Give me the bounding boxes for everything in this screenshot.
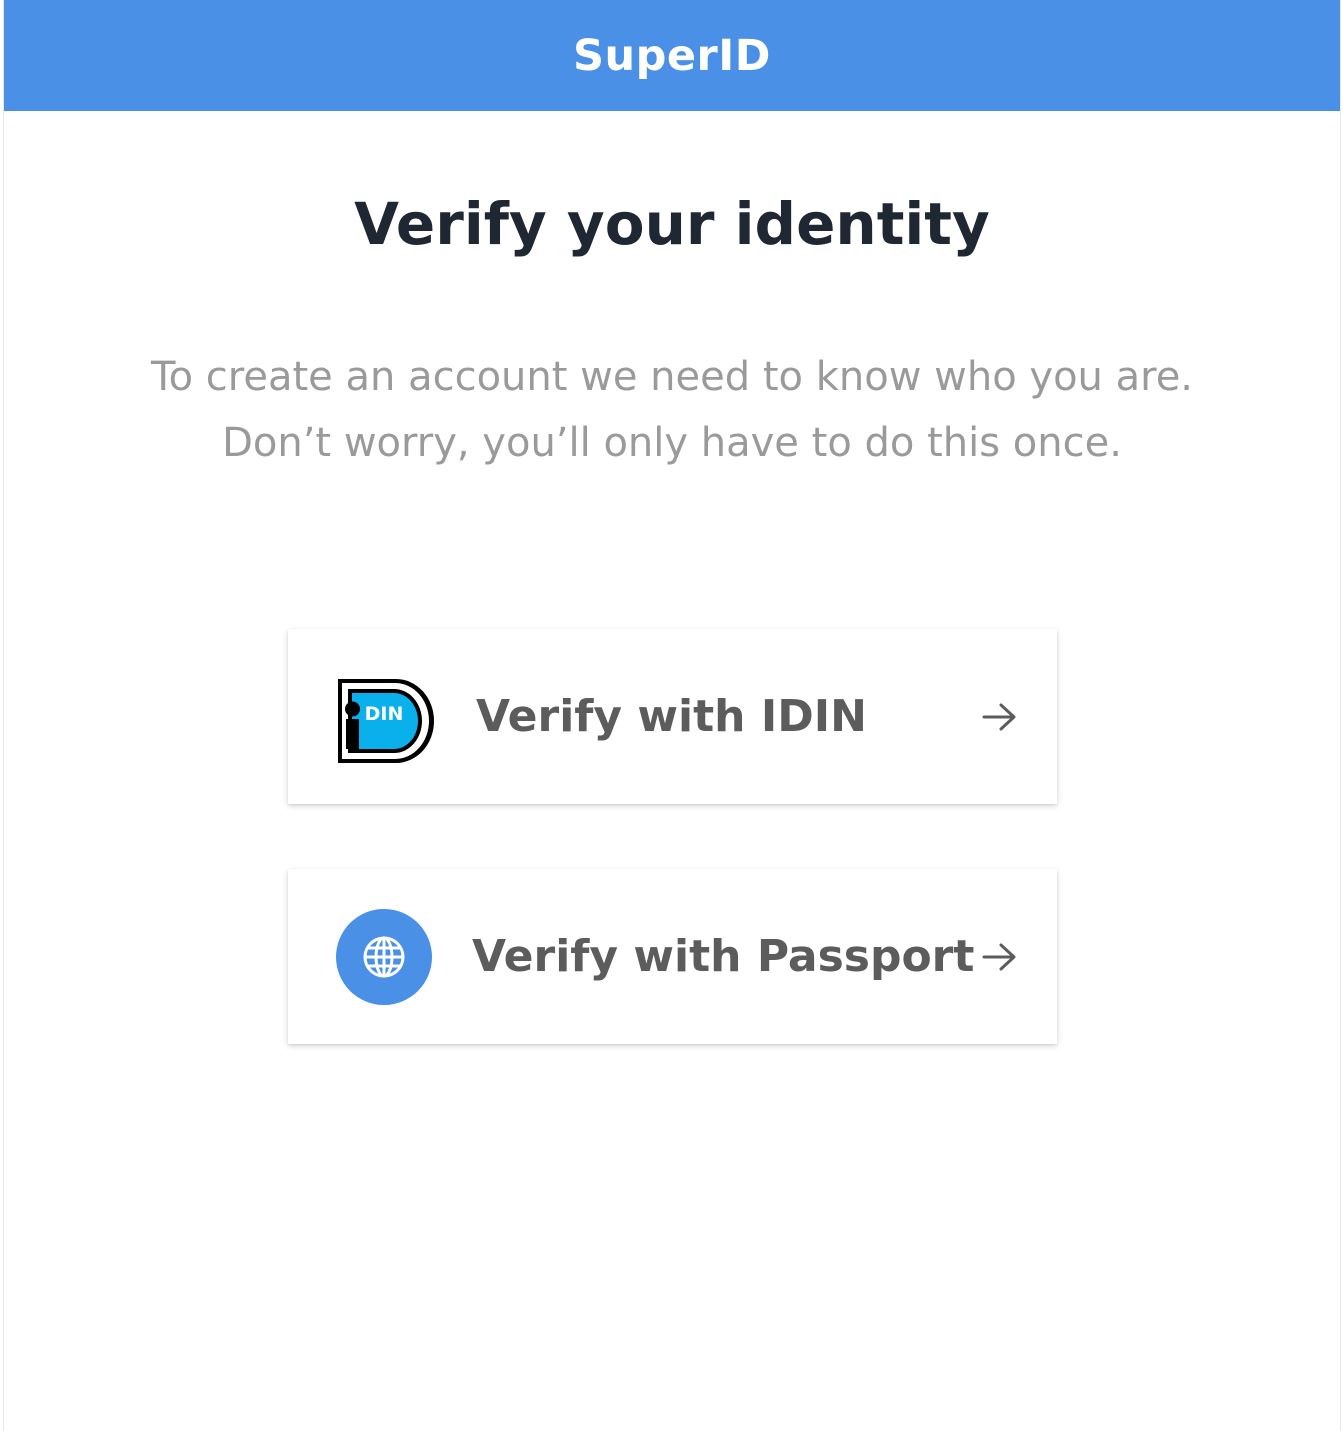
verify-passport-button[interactable]: Verify with Passport [288, 869, 1057, 1044]
intro-line: To create an account we need to know who… [150, 354, 1194, 400]
idin-logo-text: DIN [365, 703, 404, 725]
page-title: Verify your identity [354, 190, 990, 258]
app-title: SuperID [573, 30, 771, 81]
arrow-right-icon [982, 943, 1016, 971]
intro-line: Don’t worry, you’ll only have to do this… [222, 420, 1122, 466]
globe-icon [363, 936, 405, 978]
app-header: SuperID [4, 0, 1340, 111]
verify-idin-button[interactable]: DIN Verify with IDIN [288, 629, 1057, 804]
app-window: SuperID Verify your identity To create a… [3, 0, 1341, 1431]
globe-icon-circle [336, 909, 432, 1005]
verify-passport-label: Verify with Passport [472, 931, 975, 982]
idin-logo-icon: DIN [338, 679, 434, 763]
intro-text: To create an account we need to know who… [4, 344, 1340, 476]
arrow-right-icon [982, 703, 1016, 731]
verify-idin-label: Verify with IDIN [476, 691, 867, 742]
